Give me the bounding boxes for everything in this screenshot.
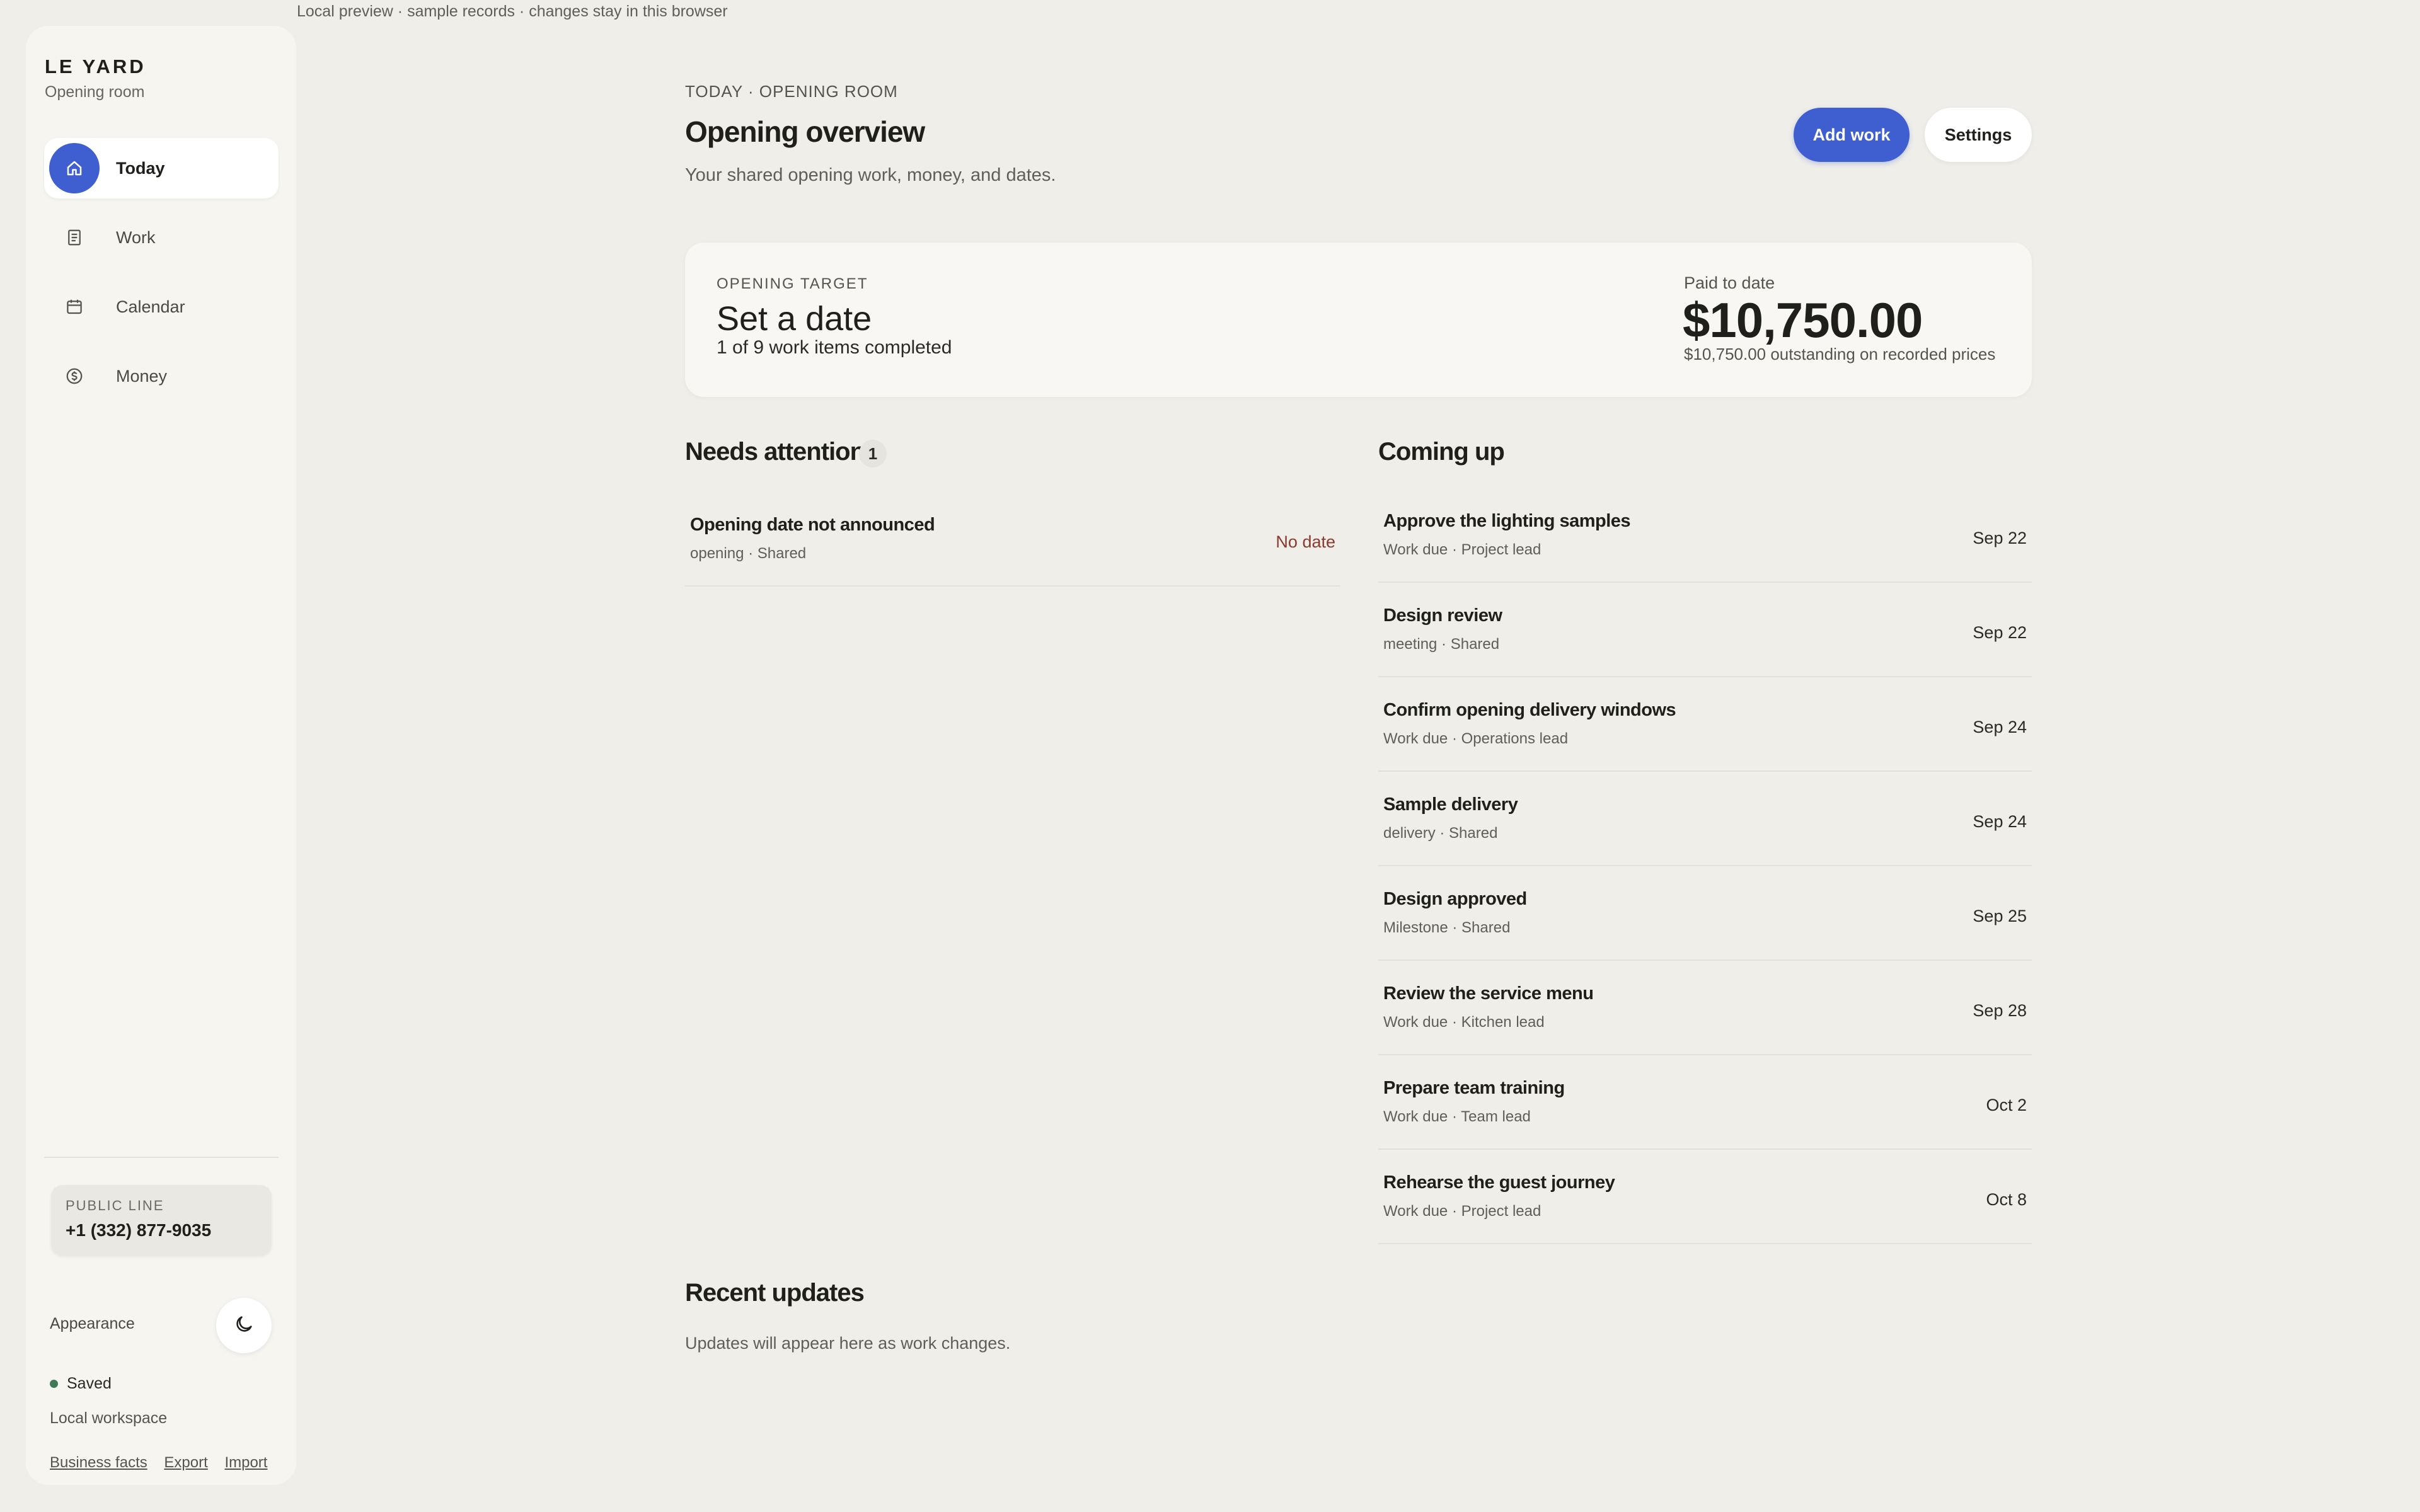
page-subtitle: Your shared opening work, money, and dat… [685, 165, 1056, 185]
sidebar-item-label: Work [116, 227, 156, 247]
workspace-label: Local workspace [50, 1409, 168, 1427]
opening-target-card: OPENING TARGET Set a date 1 of 9 work it… [685, 243, 2032, 397]
row-date: Sep 24 [1973, 812, 2027, 831]
row-date: Sep 28 [1973, 1001, 2027, 1020]
business-facts-link[interactable]: Business facts [50, 1454, 147, 1471]
coming-up-row[interactable]: Approve the lighting samples Work due · … [1378, 488, 2032, 583]
opening-target-title: Set a date [717, 300, 872, 338]
sidebar-item-label: Today [116, 158, 165, 178]
settings-button[interactable]: Settings [1925, 108, 2032, 162]
status-dot-icon [50, 1380, 58, 1388]
row-date: Oct 8 [1986, 1190, 2027, 1209]
row-meta: Work due · Project lead [1383, 541, 1541, 558]
calendar-icon [49, 282, 100, 332]
row-title: Design approved [1383, 889, 1527, 909]
row-title: Design review [1383, 605, 1502, 626]
brand-subtitle: Opening room [45, 83, 145, 101]
coming-up-row[interactable]: Sample delivery delivery · Shared Sep 24 [1378, 772, 2032, 866]
row-title: Review the service menu [1383, 983, 1594, 1004]
appearance-toggle-button[interactable] [216, 1298, 272, 1353]
coming-up-row[interactable]: Review the service menu Work due · Kitch… [1378, 961, 2032, 1055]
sidebar: LE YARD Opening room Today Work Calendar… [26, 26, 296, 1485]
brand-name: LE YARD [45, 55, 146, 77]
coming-up-row[interactable]: Rehearse the guest journey Work due · Pr… [1378, 1150, 2032, 1244]
sidebar-item-calendar[interactable]: Calendar [44, 277, 279, 337]
sidebar-divider [44, 1157, 279, 1158]
row-meta: Work due · Kitchen lead [1383, 1014, 1545, 1031]
save-status: Saved [50, 1375, 112, 1393]
paid-to-date-label: Paid to date [1684, 273, 1775, 292]
attention-row[interactable]: Opening date not announced opening · Sha… [685, 492, 1340, 587]
footer-links: Business facts Export Import [50, 1454, 280, 1472]
sidebar-item-work[interactable]: Work [44, 207, 279, 268]
row-date: No date [1276, 532, 1335, 551]
moon-icon [233, 1314, 255, 1338]
row-date: Sep 25 [1973, 907, 2027, 925]
add-work-button[interactable]: Add work [1794, 108, 1910, 162]
recent-updates-title: Recent updates [685, 1279, 865, 1307]
recent-updates-empty-text: Updates will appear here as work changes… [685, 1334, 1011, 1353]
row-title: Approve the lighting samples [1383, 511, 1631, 531]
needs-attention-count-badge: 1 [859, 440, 887, 467]
row-meta: opening · Shared [690, 545, 807, 562]
coming-up-row[interactable]: Prepare team training Work due · Team le… [1378, 1055, 2032, 1150]
row-title: Opening date not announced [690, 515, 935, 535]
appearance-label: Appearance [50, 1315, 135, 1332]
dollar-circle-icon [49, 351, 100, 401]
coming-up-row[interactable]: Design review meeting · Shared Sep 22 [1378, 583, 2032, 677]
outstanding-text: $10,750.00 outstanding on recorded price… [1684, 345, 1996, 364]
paid-to-date-value: $10,750.00 [1683, 292, 1923, 348]
row-title: Prepare team training [1383, 1078, 1565, 1098]
coming-up-row[interactable]: Confirm opening delivery windows Work du… [1378, 677, 2032, 772]
sidebar-item-label: Calendar [116, 297, 185, 316]
sidebar-item-today[interactable]: Today [44, 138, 279, 198]
save-status-label: Saved [67, 1375, 112, 1392]
preview-banner: Local preview · sample records · changes… [297, 3, 728, 20]
row-meta: Work due · Project lead [1383, 1203, 1541, 1220]
document-icon [49, 212, 100, 263]
row-date: Sep 24 [1973, 718, 2027, 736]
row-meta: Milestone · Shared [1383, 919, 1511, 936]
public-line-label: PUBLIC LINE [66, 1198, 164, 1213]
row-title: Sample delivery [1383, 794, 1518, 815]
row-meta: meeting · Shared [1383, 636, 1500, 653]
coming-up-title: Coming up [1378, 438, 1505, 466]
coming-up-row[interactable]: Design approved Milestone · Shared Sep 2… [1378, 866, 2032, 961]
row-date: Sep 22 [1973, 623, 2027, 642]
row-meta: Work due · Team lead [1383, 1108, 1531, 1125]
work-progress-text: 1 of 9 work items completed [717, 337, 952, 358]
sidebar-item-label: Money [116, 366, 168, 386]
needs-attention-title: Needs attention [685, 438, 865, 466]
sidebar-item-money[interactable]: Money [44, 346, 279, 406]
row-date: Sep 22 [1973, 529, 2027, 547]
home-icon [49, 143, 100, 193]
row-date: Oct 2 [1986, 1096, 2027, 1114]
breadcrumb: TODAY · OPENING ROOM [685, 82, 898, 101]
page-title: Opening overview [685, 115, 925, 148]
export-link[interactable]: Export [164, 1454, 207, 1471]
opening-target-label: OPENING TARGET [717, 275, 868, 292]
public-line-number: +1 (332) 877-9035 [66, 1220, 212, 1240]
row-title: Rehearse the guest journey [1383, 1172, 1615, 1193]
import-link[interactable]: Import [224, 1454, 267, 1471]
public-line-card[interactable]: PUBLIC LINE +1 (332) 877-9035 [51, 1185, 272, 1256]
row-meta: delivery · Shared [1383, 825, 1498, 842]
row-title: Confirm opening delivery windows [1383, 700, 1676, 720]
row-meta: Work due · Operations lead [1383, 730, 1569, 747]
